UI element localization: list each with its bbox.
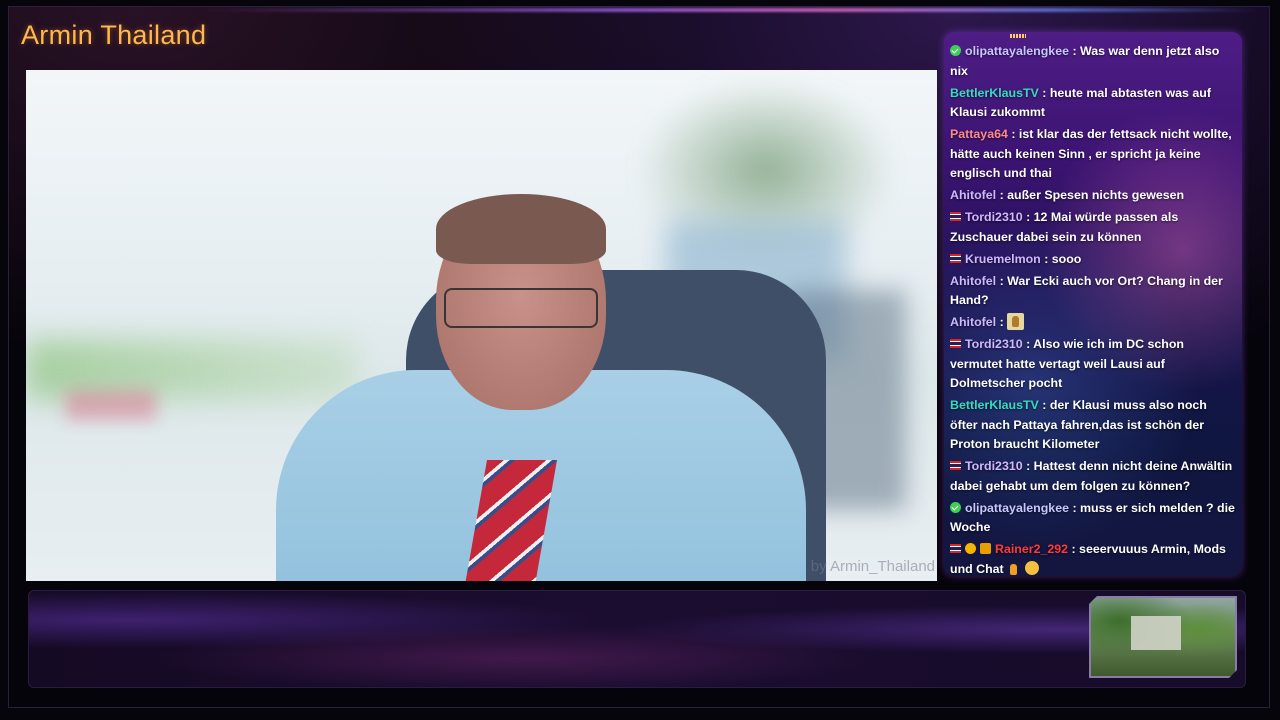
- chat-message: Ahitofel : außer Spesen nichts gewesen: [950, 186, 1236, 206]
- face-emote-icon: [1024, 560, 1039, 575]
- chat-message: BettlerKlausTV : der Klausi muss also no…: [950, 396, 1236, 455]
- bottom-banner: [28, 590, 1246, 688]
- chat-text: : sooo: [1044, 251, 1082, 266]
- chat-panel[interactable]: olipattayalengkee : Was war denn jetzt a…: [944, 32, 1242, 576]
- thai-flag-icon: [950, 212, 961, 221]
- chat-message: olipattayalengkee : muss er sich melden …: [950, 499, 1236, 538]
- chat-text: :: [999, 315, 1004, 329]
- thai-flag-icon: [950, 339, 961, 348]
- chat-message: olipattayalengkee : Was war denn jetzt a…: [950, 42, 1236, 81]
- chat-message: Tordi2310 : Also wie ich im DC schon ver…: [950, 335, 1236, 394]
- top-glow-decoration: [200, 8, 1260, 12]
- chat-username[interactable]: Ahitofel: [950, 315, 996, 329]
- chat-username[interactable]: Ahitofel: [950, 188, 996, 202]
- main-video[interactable]: by Armin_Thailand: [26, 70, 937, 581]
- hand-emote-icon: [1007, 563, 1021, 577]
- chat-text: : seeervuuus Armin, Mods und Chat: [950, 542, 1226, 576]
- video-watermark: by Armin_Thailand: [810, 558, 935, 575]
- chat-username[interactable]: Kruemelmon: [965, 252, 1041, 266]
- chat-message: Tordi2310 : 12 Mai würde passen als Zusc…: [950, 208, 1236, 247]
- chat-message: Kruemelmon : sooo: [950, 250, 1236, 270]
- chat-message: BettlerKlausTV : heute mal abtasten was …: [950, 84, 1236, 123]
- chat-message: Ahitofel :: [950, 313, 1236, 333]
- coin-icon: [965, 543, 976, 554]
- chat-message: Tordi2310 : Hattest denn nicht deine Anw…: [950, 457, 1236, 496]
- chat-username[interactable]: BettlerKlausTV: [950, 86, 1039, 100]
- thai-flag-icon: [950, 461, 961, 470]
- chat-username[interactable]: BettlerKlausTV: [950, 398, 1039, 412]
- thai-flag-icon: [950, 253, 961, 263]
- chat-text: : außer Spesen nichts gewesen: [999, 188, 1185, 202]
- chat-username[interactable]: olipattayalengkee: [965, 44, 1069, 58]
- chat-message: Pattaya64 : ist klar das der fettsack ni…: [950, 125, 1236, 184]
- person-hair: [436, 194, 606, 264]
- channel-title: Armin Thailand: [21, 20, 207, 50]
- beer-emote-icon: [1007, 313, 1025, 330]
- chat-username[interactable]: Pattaya64: [950, 127, 1008, 141]
- chat-username[interactable]: Tordi2310: [965, 337, 1023, 351]
- glasses: [444, 288, 598, 328]
- chat-username[interactable]: Tordi2310: [965, 210, 1023, 224]
- outdoor-camera-preview[interactable]: [1089, 596, 1237, 678]
- chat-username[interactable]: Ahitofel: [950, 274, 996, 288]
- crown-icon: [980, 543, 991, 554]
- background-flowers: [66, 390, 156, 420]
- thai-flag-icon: [950, 544, 961, 553]
- chat-username[interactable]: Tordi2310: [965, 459, 1023, 473]
- chat-username[interactable]: olipattayalengkee: [965, 501, 1069, 515]
- chat-message: Rainer2_292 : seeervuuus Armin, Mods und…: [950, 540, 1236, 576]
- chat-message: Ahitofel : War Ecki auch vor Ort? Chang …: [950, 272, 1236, 311]
- verified-check-icon: [950, 45, 961, 56]
- camera-house: [1131, 616, 1181, 650]
- chat-message-list: olipattayalengkee : Was war denn jetzt a…: [944, 32, 1242, 576]
- chat-username[interactable]: Rainer2_292: [995, 542, 1068, 556]
- verified-check-icon: [950, 501, 961, 513]
